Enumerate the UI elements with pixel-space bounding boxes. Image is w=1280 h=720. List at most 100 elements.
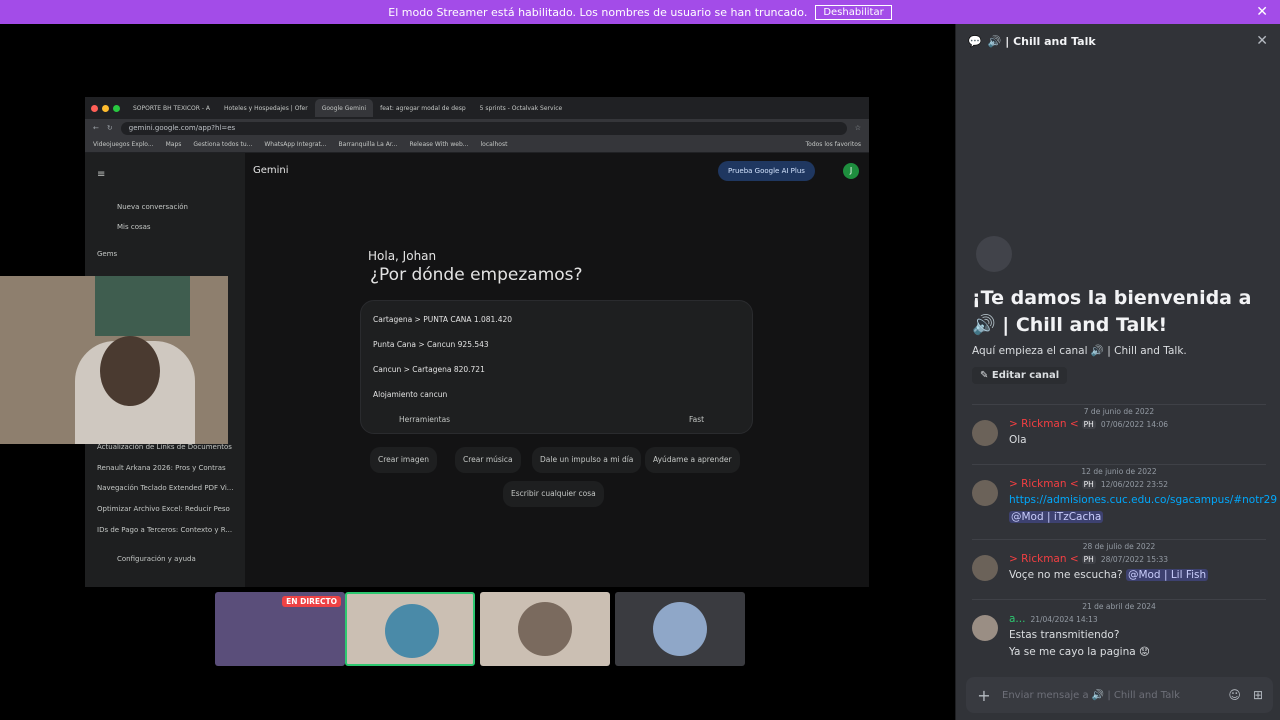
window-controls <box>85 104 126 112</box>
bookmark: localhost <box>480 141 508 148</box>
message-text: Ola <box>1009 434 1027 446</box>
mode-label: Fast <box>689 415 705 424</box>
live-badge: EN DIRECTO <box>282 596 341 607</box>
author-name[interactable]: > Rickman < <box>1009 553 1079 565</box>
minimize-window-icon <box>102 104 109 112</box>
date-label: 7 de junio de 2022 <box>1078 407 1160 416</box>
date-label: 28 de julio de 2022 <box>1077 542 1161 551</box>
prompt-line: Cartagena > PUNTA CANA 1.081.420 <box>373 315 513 324</box>
close-banner-icon[interactable]: ✕ <box>1256 4 1268 20</box>
date-label: 21 de abril de 2024 <box>1077 602 1161 611</box>
menu-icon: ≡ <box>97 169 106 180</box>
user-avatar[interactable] <box>972 615 998 641</box>
streamer-head <box>100 336 160 406</box>
participant-tile[interactable] <box>480 592 610 666</box>
message-text: Estas transmitiendo? Ya se me cayo la pa… <box>1009 627 1150 661</box>
stream-stage: SOPORTE BH TEXICOR - A Hoteles y Hospeda… <box>0 24 955 720</box>
recent-chat: Renault Arkana 2026: Pros y Contras <box>97 464 226 472</box>
reload-icon: ↻ <box>106 124 113 132</box>
channel-chat-icon <box>976 236 1012 272</box>
close-window-icon <box>91 104 98 112</box>
message-text-part: Voçe no me escucha? <box>1009 569 1123 581</box>
suggestion-chip: Dale un impulso a mi día <box>532 447 642 473</box>
add-attachment-icon[interactable]: + <box>966 686 1002 705</box>
user-avatar[interactable] <box>972 420 998 446</box>
new-chat-label: Nueva conversación <box>117 203 188 211</box>
streamer-mode-banner: El modo Streamer está habilitado. Los no… <box>0 0 1280 24</box>
message-text: https://admisiones.cuc.edu.co/sgacampus/… <box>1009 492 1277 526</box>
role-tag: PH <box>1081 480 1096 489</box>
browser-tab: 5 sprints - Octalvak Service <box>479 104 563 112</box>
date-label: 12 de junio de 2022 <box>1076 467 1162 476</box>
browser-tab-active: Google Gemini <box>314 99 374 117</box>
maximize-window-icon <box>113 104 120 112</box>
close-chat-icon[interactable]: ✕ <box>1256 33 1268 49</box>
user-avatar[interactable] <box>972 480 998 506</box>
message-text: Voçe no me escucha? @Mod | Lil Fish <box>1009 567 1209 584</box>
greeting: Hola, Johan <box>368 249 437 263</box>
composer-placeholder: Enviar mensaje a 🔊 | Chill and Talk <box>1002 689 1180 701</box>
author-name[interactable]: a... <box>1009 613 1025 625</box>
participant-avatar <box>518 602 572 656</box>
browser-tab-bar: SOPORTE BH TEXICOR - A Hoteles y Hospeda… <box>85 97 869 119</box>
message-line: Ya se me cayo la pagina 😟 <box>1009 646 1150 658</box>
bookmark: Barranquilla La Ar... <box>338 141 398 148</box>
emoji-icon[interactable]: ☺ <box>1228 688 1241 702</box>
recent-chat: Optimizar Archivo Excel: Reducir Peso <box>97 505 230 513</box>
recent-chat: Actualización de Links de Documentos <box>97 443 232 451</box>
welcome-subtitle: Aquí empieza el canal 🔊 | Chill and Talk… <box>972 345 1187 357</box>
timestamp: 12/06/2022 23:52 <box>1100 480 1169 489</box>
voice-chat-panel: 💬 🔊 | Chill and Talk ✕ ¡Te damos la bien… <box>955 24 1280 720</box>
participant-avatar <box>385 604 439 658</box>
message-line: Estas transmitiendo? <box>1009 629 1120 641</box>
participant-tile[interactable] <box>615 592 745 666</box>
user-mention[interactable]: @Mod | Lil Fish <box>1125 569 1209 581</box>
welcome-title: ¡Te damos la bienvenida a 🔊 | Chill and … <box>972 287 1252 336</box>
message-header: a... 21/04/2024 14:13 <box>1009 613 1098 625</box>
role-tag: PH <box>1081 420 1096 429</box>
browser-tab: feat: agregar modal de desp <box>380 104 466 112</box>
timestamp: 07/06/2022 14:06 <box>1100 420 1169 429</box>
user-avatar[interactable] <box>972 555 998 581</box>
apps-icon[interactable]: ⊞ <box>1253 688 1263 702</box>
user-mention[interactable]: @Mod | iTzCacha <box>1009 511 1104 523</box>
bookmark: Videojuegos Explo... <box>93 141 154 148</box>
disable-streamer-button[interactable]: Deshabilitar <box>815 4 892 20</box>
gemini-main: Gemini Prueba Google AI Plus J Hola, Joh… <box>245 153 869 587</box>
recent-chat: IDs de Pago a Terceros: Contexto y R... <box>97 526 233 534</box>
message-header: > Rickman < PH 07/06/2022 14:06 <box>1009 418 1168 430</box>
pencil-icon: ✎ <box>980 370 992 381</box>
message-composer[interactable]: + Enviar mensaje a 🔊 | Chill and Talk ☺ … <box>966 677 1273 713</box>
prompt-box: Cartagena > PUNTA CANA 1.081.420 Punta C… <box>360 300 753 434</box>
address-bar: ← ↻ gemini.google.com/app?hl=es ☆ <box>85 119 869 137</box>
prompt-line: Cancun > Cartagena 820.721 <box>373 365 485 374</box>
edit-channel-label: Editar canal <box>991 370 1060 381</box>
author-name[interactable]: > Rickman < <box>1009 478 1079 490</box>
prompt-line: Punta Cana > Cancun 925.543 <box>373 340 489 349</box>
bookmark: Release With web... <box>409 141 469 148</box>
participant-tile[interactable] <box>345 592 475 666</box>
chat-bubble-icon: 💬 <box>968 34 982 48</box>
webcam-feed <box>0 276 228 444</box>
main-question: ¿Por dónde empezamos? <box>370 265 583 285</box>
settings-label: Configuración y ayuda <box>117 555 196 563</box>
bookmark-all: Todos los favoritos <box>805 141 862 148</box>
message-header: > Rickman < PH 28/07/2022 15:33 <box>1009 553 1168 565</box>
banner-text: El modo Streamer está habilitado. Los no… <box>388 5 808 19</box>
bookmarks-bar: Videojuegos Explo... Maps Gestiona todos… <box>85 137 869 153</box>
stream-tile-screen[interactable]: EN DIRECTO <box>215 592 345 666</box>
browser-tab: SOPORTE BH TEXICOR - A <box>133 104 211 112</box>
suggestion-chip: Ayúdame a aprender <box>645 447 740 473</box>
message-link[interactable]: https://admisiones.cuc.edu.co/sgacampus/… <box>1009 494 1277 506</box>
edit-channel-button[interactable]: ✎ Editar canal <box>972 367 1068 384</box>
back-icon: ← <box>93 124 99 132</box>
suggestion-chip: Crear imagen <box>370 447 437 473</box>
participant-avatar <box>653 602 707 656</box>
timestamp: 21/04/2024 14:13 <box>1030 615 1098 624</box>
bookmark: Maps <box>165 141 182 148</box>
author-name[interactable]: > Rickman < <box>1009 418 1079 430</box>
my-stuff-label: Mis cosas <box>117 223 151 231</box>
bookmark: Gestiona todos tu... <box>193 141 253 148</box>
message-header: > Rickman < PH 12/06/2022 23:52 <box>1009 478 1168 490</box>
suggestion-chip: Escribir cualquier cosa <box>503 481 604 507</box>
